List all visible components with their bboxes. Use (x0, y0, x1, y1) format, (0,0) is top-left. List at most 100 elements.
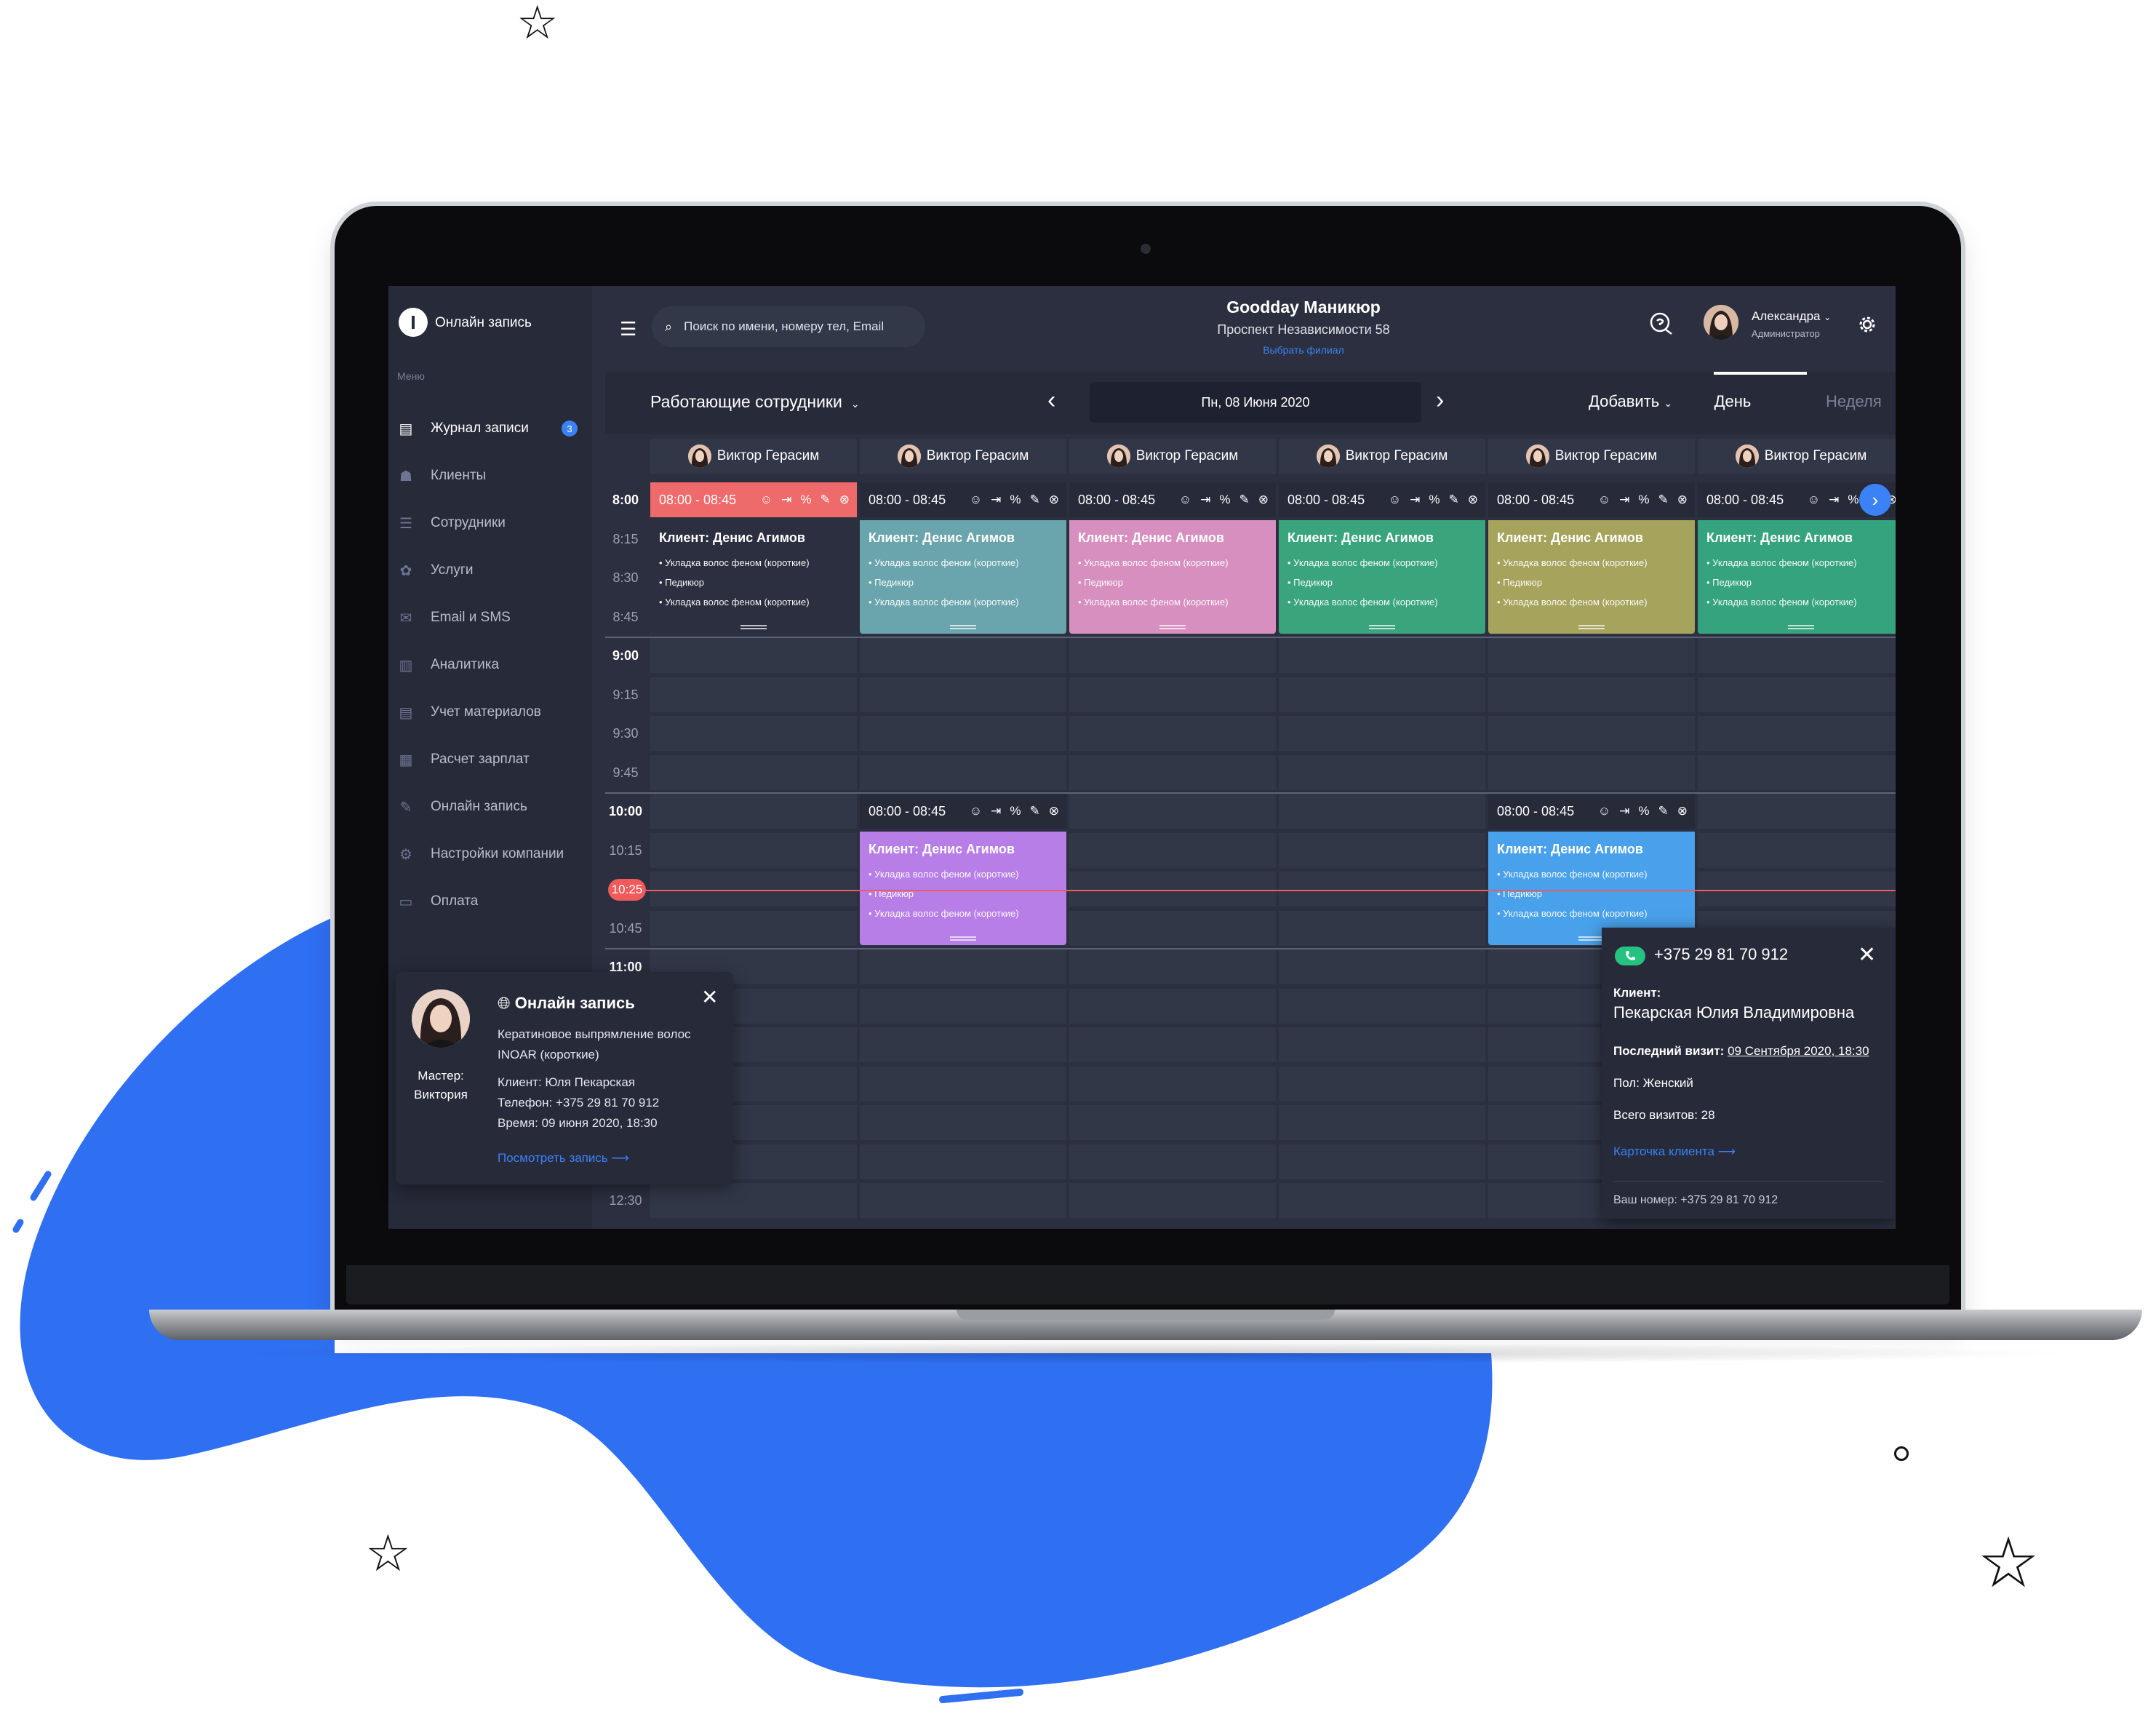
staff-column-header[interactable]: Виктор Герасим (1279, 439, 1485, 474)
time-slot[interactable] (1488, 754, 1695, 790)
appointment-header[interactable]: 08:00 - 08:45 ☺ ⇥% ✎ ⊗ (1069, 482, 1276, 517)
add-button[interactable]: Добавить ⌄ (1589, 392, 1672, 411)
time-slot[interactable] (860, 1105, 1066, 1140)
time-slot[interactable] (1279, 1066, 1485, 1101)
edit-icon[interactable]: ✎ (1658, 804, 1669, 818)
close-icon[interactable]: ✕ (701, 985, 718, 1009)
edit-icon[interactable]: ✎ (1030, 804, 1040, 818)
edit-icon[interactable]: ✎ (1658, 493, 1669, 507)
resize-handle[interactable] (1578, 625, 1605, 629)
time-slot[interactable] (1488, 716, 1695, 751)
time-slot[interactable] (650, 677, 857, 712)
date-picker[interactable]: Пн, 08 Июня 2020 (1090, 382, 1421, 423)
checkin-icon[interactable]: ⇥ (1829, 493, 1839, 507)
time-slot[interactable] (650, 910, 857, 946)
time-slot[interactable] (1698, 677, 1896, 712)
smile-icon[interactable]: ☺ (1389, 493, 1401, 507)
checkin-icon[interactable]: ⇥ (1200, 493, 1210, 507)
sidebar-item[interactable]: ⚙ Настройки компании (397, 840, 588, 869)
smile-icon[interactable]: ☺ (1598, 493, 1610, 507)
resize-handle[interactable] (1788, 625, 1814, 629)
time-slot[interactable] (1279, 638, 1485, 673)
time-slot[interactable] (650, 716, 857, 751)
staff-column-header[interactable]: Виктор Герасим (650, 439, 857, 474)
sidebar-item[interactable]: ✿ Услуги (397, 556, 588, 585)
cancel-icon[interactable]: ⊗ (1049, 804, 1059, 818)
staff-column-header[interactable]: Виктор Герасим (860, 439, 1066, 474)
time-slot[interactable] (860, 1144, 1066, 1179)
appointment-card[interactable]: Клиент: Денис Агимов • Укладка волос фено… (1279, 519, 1485, 634)
staff-column-header[interactable]: Виктор Герасим (1488, 439, 1695, 474)
time-slot[interactable] (1069, 988, 1276, 1024)
sidebar-item[interactable]: ✎ Онлайн запись (397, 792, 588, 821)
scroll-right-button[interactable]: › (1859, 484, 1891, 516)
resize-handle[interactable] (950, 625, 976, 629)
appointment-header[interactable]: 08:00 - 08:45 ☺ ⇥% ✎ ⊗ (1279, 482, 1485, 517)
client-card-link[interactable]: Карточка клиента ⟶ (1613, 1144, 1736, 1159)
close-icon[interactable]: ✕ (1858, 942, 1876, 968)
search-bar[interactable]: ⌕ (652, 306, 925, 347)
tab-week[interactable]: Неделя (1826, 392, 1882, 411)
client-phone[interactable]: +375 29 81 70 912 (1654, 945, 1788, 964)
time-slot[interactable] (650, 832, 857, 868)
chevron-right-icon[interactable]: › (1436, 386, 1444, 415)
time-slot[interactable] (860, 1066, 1066, 1101)
time-slot[interactable] (1488, 638, 1695, 673)
checkin-icon[interactable]: ⇥ (1410, 493, 1420, 507)
gear-icon[interactable] (1856, 314, 1878, 335)
edit-icon[interactable]: ✎ (1030, 493, 1040, 507)
search-input[interactable] (682, 319, 904, 335)
checkin-icon[interactable]: ⇥ (991, 493, 1001, 507)
cancel-icon[interactable]: ⊗ (1677, 493, 1688, 507)
checkin-icon[interactable]: ⇥ (1619, 804, 1629, 818)
cancel-icon[interactable]: ⊗ (1258, 493, 1269, 507)
staff-column-header[interactable]: Виктор Герасим (1698, 439, 1896, 474)
time-slot[interactable] (860, 988, 1066, 1024)
time-slot[interactable] (1069, 1105, 1276, 1140)
time-slot[interactable] (1069, 754, 1276, 790)
sidebar-item[interactable]: ✉ Email и SMS (397, 603, 588, 632)
sidebar-item[interactable]: ▭ Оплата (397, 887, 588, 916)
time-slot[interactable] (1069, 638, 1276, 673)
sidebar-item[interactable]: ☗ Клиенты (397, 461, 588, 490)
time-slot[interactable] (1069, 1183, 1276, 1218)
phone-icon[interactable] (1615, 947, 1645, 965)
choose-branch-link[interactable]: Выбрать филиал (1085, 344, 1522, 356)
sidebar-item[interactable]: ▦ Расчет зарплат (397, 745, 588, 774)
time-slot[interactable] (650, 638, 857, 673)
time-slot[interactable] (1069, 716, 1276, 751)
time-slot[interactable] (860, 716, 1066, 751)
time-slot[interactable] (1279, 1183, 1485, 1218)
app-logo[interactable] (399, 308, 428, 337)
tab-day[interactable]: День (1696, 392, 1769, 411)
time-slot[interactable] (860, 1027, 1066, 1062)
time-slot[interactable] (1069, 1144, 1276, 1179)
sidebar-item[interactable]: ▤ Журнал записи 3 (397, 414, 588, 443)
cancel-icon[interactable]: ⊗ (1049, 493, 1059, 507)
time-slot[interactable] (1698, 638, 1896, 673)
chat-support-icon[interactable] (1648, 311, 1674, 337)
cancel-icon[interactable]: ⊗ (1468, 493, 1478, 507)
appointment-header[interactable]: 08:00 - 08:45 ☺ ⇥% ✎ ⊗ (1488, 794, 1695, 829)
time-slot[interactable] (1279, 949, 1485, 984)
discount-icon[interactable]: % (1638, 493, 1649, 507)
time-slot[interactable] (1069, 1027, 1276, 1062)
smile-icon[interactable]: ☺ (760, 493, 772, 507)
time-slot[interactable] (1279, 1027, 1485, 1062)
time-slot[interactable] (1069, 949, 1276, 984)
time-slot[interactable] (1279, 1105, 1485, 1140)
appointment-header[interactable]: 08:00 - 08:45 ☺ ⇥% ✎ ⊗ (1488, 482, 1695, 517)
time-slot[interactable] (1279, 754, 1485, 790)
resize-handle[interactable] (950, 936, 976, 941)
discount-icon[interactable]: % (1848, 493, 1858, 507)
smile-icon[interactable]: ☺ (970, 493, 982, 507)
last-visit-date[interactable]: 09 Сентября 2020, 18:30 (1728, 1044, 1869, 1058)
sidebar-item[interactable]: ▥ Аналитика (397, 650, 588, 680)
time-slot[interactable] (1279, 832, 1485, 868)
time-slot[interactable] (1698, 794, 1896, 829)
appointment-card[interactable]: Клиент: Денис Агимов • Укладка волос фено… (650, 519, 857, 634)
time-slot[interactable] (860, 754, 1066, 790)
edit-icon[interactable]: ✎ (1449, 493, 1459, 507)
time-slot[interactable] (1279, 716, 1485, 751)
time-slot[interactable] (1069, 677, 1276, 712)
